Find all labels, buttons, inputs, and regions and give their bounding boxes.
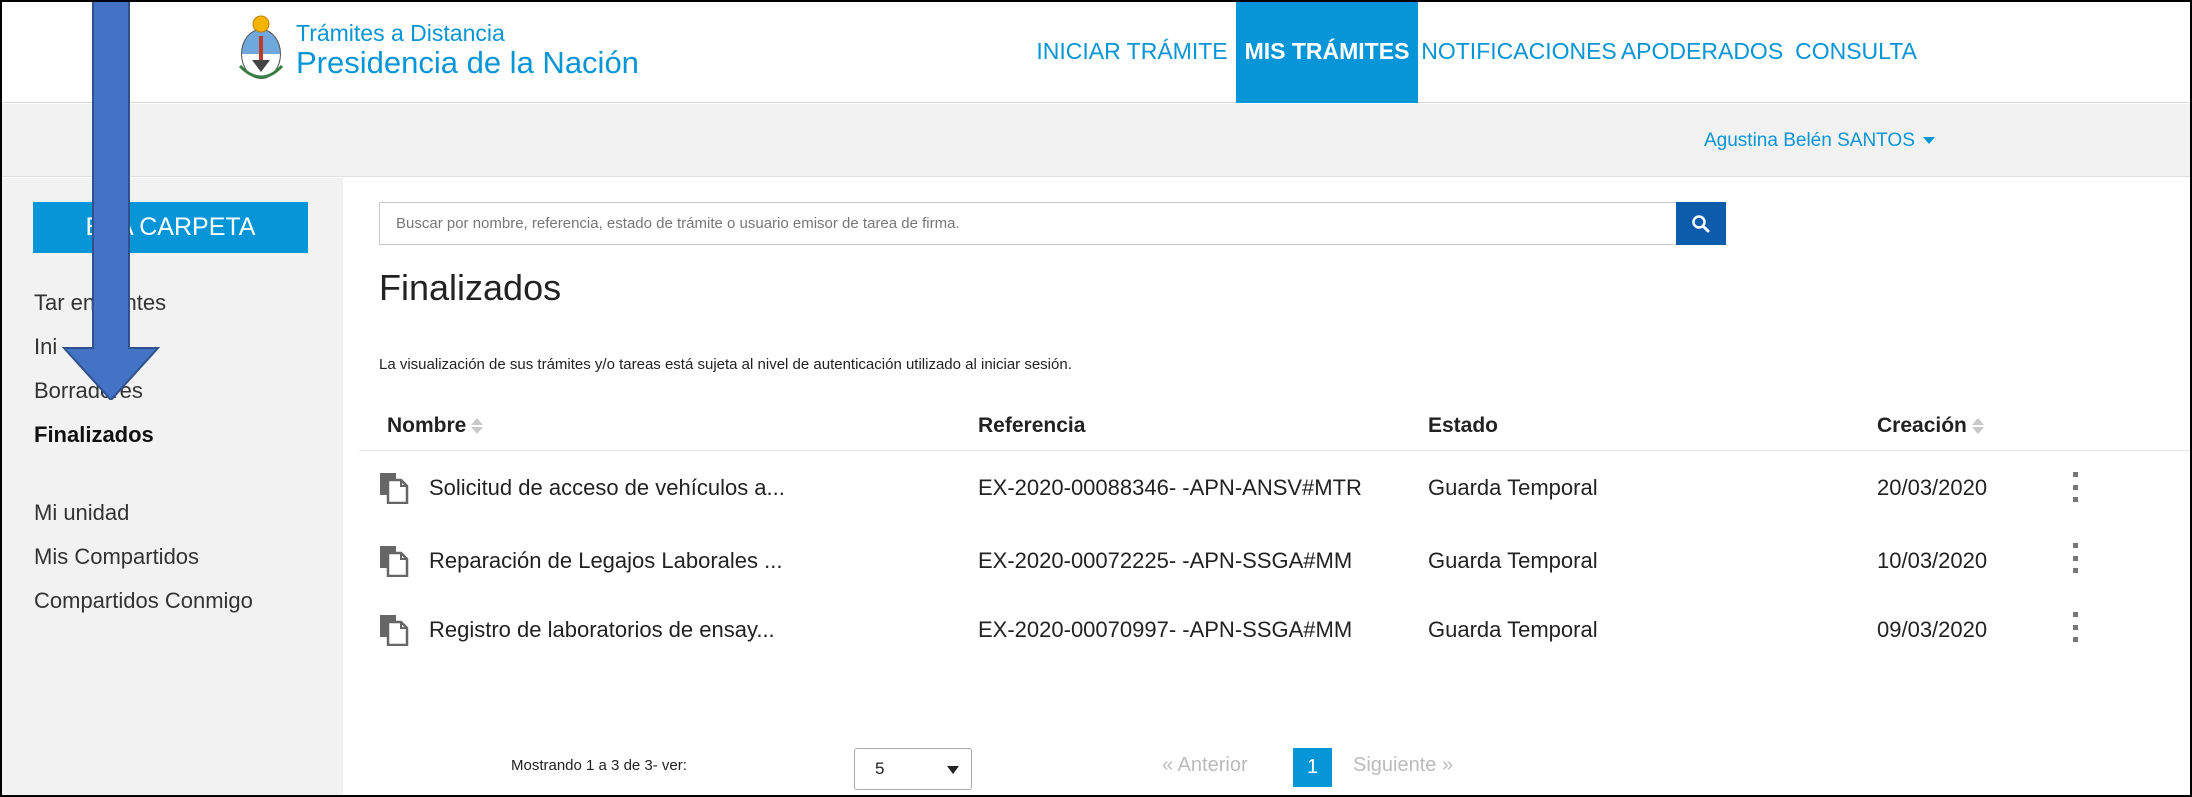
table-row[interactable]: Solicitud de acceso de vehículos a... EX… xyxy=(359,453,2192,523)
search-icon xyxy=(1692,214,1710,232)
column-header-label: Estado xyxy=(1428,414,1499,437)
sidebar-item-iniciados[interactable]: Ini xyxy=(34,334,57,360)
column-header-creacion[interactable]: Creación xyxy=(1877,414,1984,438)
page-title: Finalizados xyxy=(379,267,562,308)
document-icon xyxy=(380,473,409,504)
brand-subtitle: Trámites a Distancia xyxy=(296,20,505,46)
row-reference: EX-2020-00072225- -APN-SSGA#MM xyxy=(978,548,1353,573)
pagination-page-current[interactable]: 1 xyxy=(1293,748,1332,787)
column-header-label: Creación xyxy=(1877,414,1967,437)
sort-icon xyxy=(1971,418,1984,435)
nav-consulta[interactable]: CONSULTA xyxy=(1791,0,1921,103)
coat-of-arms-logo xyxy=(238,15,284,79)
sidebar-item-mi-unidad[interactable]: Mi unidad xyxy=(34,500,129,526)
sidebar-item-compartidos-conmigo[interactable]: Compartidos Conmigo xyxy=(34,588,253,614)
results-count: Mostrando 1 a 3 de 3- ver: xyxy=(511,757,687,774)
user-bar: Agustina Belén SANTOS xyxy=(0,104,2192,177)
row-date: 10/03/2020 xyxy=(1877,548,1988,573)
row-status: Guarda Temporal xyxy=(1428,617,1598,642)
column-header-referencia: Referencia xyxy=(978,414,1085,438)
column-header-label: Nombre xyxy=(387,414,467,437)
page-size-select[interactable]: 5 xyxy=(854,748,972,790)
pagination-previous[interactable]: « Anterior xyxy=(1162,754,1248,777)
brand-title: Presidencia de la Nación xyxy=(296,45,639,80)
row-status: Guarda Temporal xyxy=(1428,548,1598,573)
row-date: 20/03/2020 xyxy=(1877,475,1988,500)
sidebar-item-finalizados[interactable]: Finalizados xyxy=(34,422,154,448)
row-name: Solicitud de acceso de vehículos a... xyxy=(429,475,785,500)
table-row[interactable]: Reparación de Legajos Laborales ... EX-2… xyxy=(359,526,2192,596)
sort-icon xyxy=(470,418,484,435)
brand[interactable]: Trámites a Distancia Presidencia de la N… xyxy=(238,14,639,86)
dropdown-arrow-icon xyxy=(947,766,959,774)
search-bar xyxy=(379,202,1726,245)
document-icon xyxy=(380,546,409,577)
row-reference: EX-2020-00070997- -APN-SSGA#MM xyxy=(978,617,1353,642)
top-navbar: Trámites a Distancia Presidencia de la N… xyxy=(0,0,2192,103)
search-button[interactable] xyxy=(1676,202,1726,245)
more-options-icon[interactable] xyxy=(2065,612,2085,642)
page-size-value: 5 xyxy=(875,759,885,778)
annotation-arrow-icon xyxy=(61,0,161,400)
row-date: 09/03/2020 xyxy=(1877,617,1988,642)
user-menu[interactable]: Agustina Belén SANTOS xyxy=(1704,130,1935,152)
row-reference: EX-2020-00088346- -APN-ANSV#MTR xyxy=(978,475,1362,500)
column-header-nombre[interactable]: Nombre xyxy=(387,414,484,438)
nav-notificaciones[interactable]: NOTIFICACIONES xyxy=(1421,0,1617,103)
more-options-icon[interactable] xyxy=(2065,472,2085,502)
nav-mis-tramites[interactable]: MIS TRÁMITES xyxy=(1236,0,1418,103)
column-header-label: Referencia xyxy=(978,414,1086,437)
nav-iniciar-tramite[interactable]: INICIAR TRÁMITE xyxy=(1034,0,1230,103)
nav-apoderados[interactable]: APODERADOS xyxy=(1621,0,1783,103)
auth-notice: La visualización de sus trámites y/o tar… xyxy=(379,356,1072,373)
row-name: Reparación de Legajos Laborales ... xyxy=(429,548,783,573)
row-status: Guarda Temporal xyxy=(1428,475,1598,500)
table-row[interactable]: Registro de laboratorios de ensay... EX-… xyxy=(359,595,2192,665)
caret-down-icon xyxy=(1922,137,1935,145)
table-header-divider xyxy=(359,450,2192,451)
user-name: Agustina Belén SANTOS xyxy=(1704,130,1915,151)
document-icon xyxy=(380,615,409,646)
pagination-next[interactable]: Siguiente » xyxy=(1353,754,1453,777)
row-name: Registro de laboratorios de ensay... xyxy=(429,617,775,642)
search-input[interactable] xyxy=(379,202,1676,245)
column-header-estado: Estado xyxy=(1428,414,1498,438)
more-options-icon[interactable] xyxy=(2065,543,2085,573)
sidebar-item-mis-compartidos[interactable]: Mis Compartidos xyxy=(34,544,199,570)
